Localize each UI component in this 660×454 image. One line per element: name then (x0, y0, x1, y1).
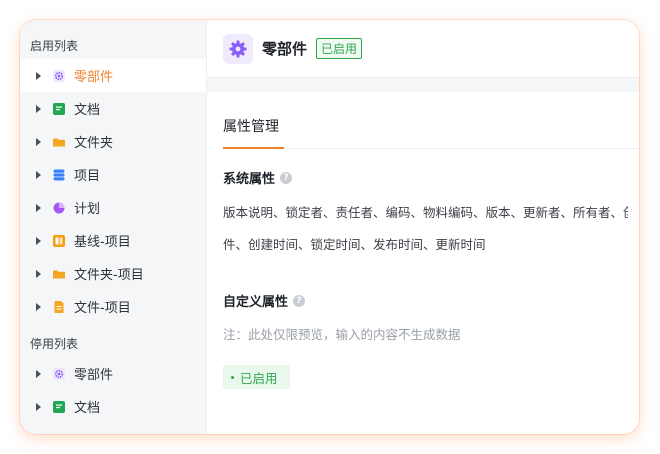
enabled-status-tag: 已启用 (223, 365, 290, 389)
sidebar-item-plan[interactable]: 计划 (20, 191, 206, 224)
tab-bar-line (223, 148, 639, 149)
caret-right-icon[interactable] (36, 203, 41, 212)
enabled-status-label: 已启用 (240, 370, 278, 386)
sidebar-item-folder[interactable]: 文件夹 (20, 125, 206, 158)
sidebar-item-label: 文档 (74, 103, 101, 118)
file-icon (53, 300, 65, 313)
sidebar-item-label: 基线-项目 (74, 235, 131, 250)
dot-icon (231, 375, 234, 379)
section-divider (207, 78, 639, 92)
sidebar-item-parts[interactable]: 零部件 (20, 59, 206, 92)
document-icon (53, 400, 65, 413)
sidebar-item-project[interactable]: 项目 (20, 158, 206, 191)
pie-icon (53, 202, 65, 214)
help-icon[interactable]: ? (280, 171, 293, 184)
sidebar-item-label: 项目 (74, 169, 101, 184)
system-attributes-line: 版本说明、锁定者、责任者、编码、物料编码、版本、更新者、所有者、创建者、附 (223, 205, 628, 220)
caret-right-icon[interactable] (36, 104, 41, 113)
section-heading: 系统属性 (223, 172, 276, 187)
folder-icon (53, 136, 65, 148)
system-attributes-line: 件、创建时间、锁定时间、发布时间、更新时间 (223, 237, 486, 252)
sidebar-item-label: 零部件 (74, 368, 114, 383)
help-icon[interactable]: ? (293, 294, 306, 307)
stack-icon (53, 169, 65, 181)
custom-attributes-title: 自定义属性 ? (223, 291, 639, 310)
caret-right-icon[interactable] (36, 137, 41, 146)
sidebar-item-label: 文件-项目 (74, 301, 131, 316)
sidebar-item-folder-project[interactable]: 文件夹-项目 (20, 257, 206, 290)
caret-right-icon[interactable] (36, 269, 41, 278)
system-attributes-list: 版本说明、锁定者、责任者、编码、物料编码、版本、更新者、所有者、创建者、附 件、… (223, 197, 628, 261)
document-icon (53, 102, 65, 115)
status-badge: 已启用 (316, 38, 363, 59)
gear-icon (223, 33, 253, 64)
caret-right-icon[interactable] (36, 71, 41, 80)
sidebar: 启用列表 零部件 文档 文件夹 项目 计划 基线-项目 文件夹-项目 文件-项目… (20, 20, 207, 434)
system-attributes-title: 系统属性 ? (223, 168, 639, 187)
sidebar-item-label: 文件夹-项目 (74, 268, 144, 283)
sidebar-item-parts-disabled[interactable]: 零部件 (20, 357, 206, 390)
tab-attribute-management[interactable]: 属性管理 (223, 116, 284, 149)
sidebar-item-documents-disabled[interactable]: 文档 (20, 390, 206, 423)
baseline-icon (53, 234, 65, 247)
disabled-list-title: 停用列表 (30, 337, 79, 351)
tab-label: 属性管理 (223, 119, 279, 135)
detail-header: 零部件 已启用 (207, 20, 639, 78)
section-heading: 自定义属性 (223, 295, 289, 310)
main-panel: 零部件 已启用 属性管理 系统属性 ? 版本说明、锁定者、责任者、编码、物料编码… (207, 20, 639, 434)
sidebar-item-label: 文档 (74, 401, 101, 416)
app-window: 启用列表 零部件 文档 文件夹 项目 计划 基线-项目 文件夹-项目 文件-项目… (20, 20, 639, 434)
page-title: 零部件 (262, 40, 308, 58)
sidebar-item-documents[interactable]: 文档 (20, 92, 206, 125)
caret-right-icon[interactable] (36, 369, 41, 378)
gear-icon (53, 69, 65, 82)
tab-active-indicator (223, 147, 284, 149)
sidebar-item-label: 文件夹 (74, 136, 114, 151)
caret-right-icon[interactable] (36, 170, 41, 179)
sidebar-item-label: 零部件 (74, 70, 114, 85)
content-area: 属性管理 系统属性 ? 版本说明、锁定者、责任者、编码、物料编码、版本、更新者、… (207, 92, 639, 389)
caret-right-icon[interactable] (36, 302, 41, 311)
custom-attributes-note: 注：此处仅限预览，输入的内容不生成数据 (223, 327, 461, 342)
sidebar-item-baseline-project[interactable]: 基线-项目 (20, 224, 206, 257)
sidebar-item-file-project[interactable]: 文件-项目 (20, 290, 206, 323)
gear-icon (53, 367, 65, 380)
caret-right-icon[interactable] (36, 402, 41, 411)
sidebar-item-label: 计划 (74, 202, 101, 217)
enabled-list-title: 启用列表 (30, 39, 79, 53)
caret-right-icon[interactable] (36, 236, 41, 245)
folder-icon (53, 268, 65, 280)
